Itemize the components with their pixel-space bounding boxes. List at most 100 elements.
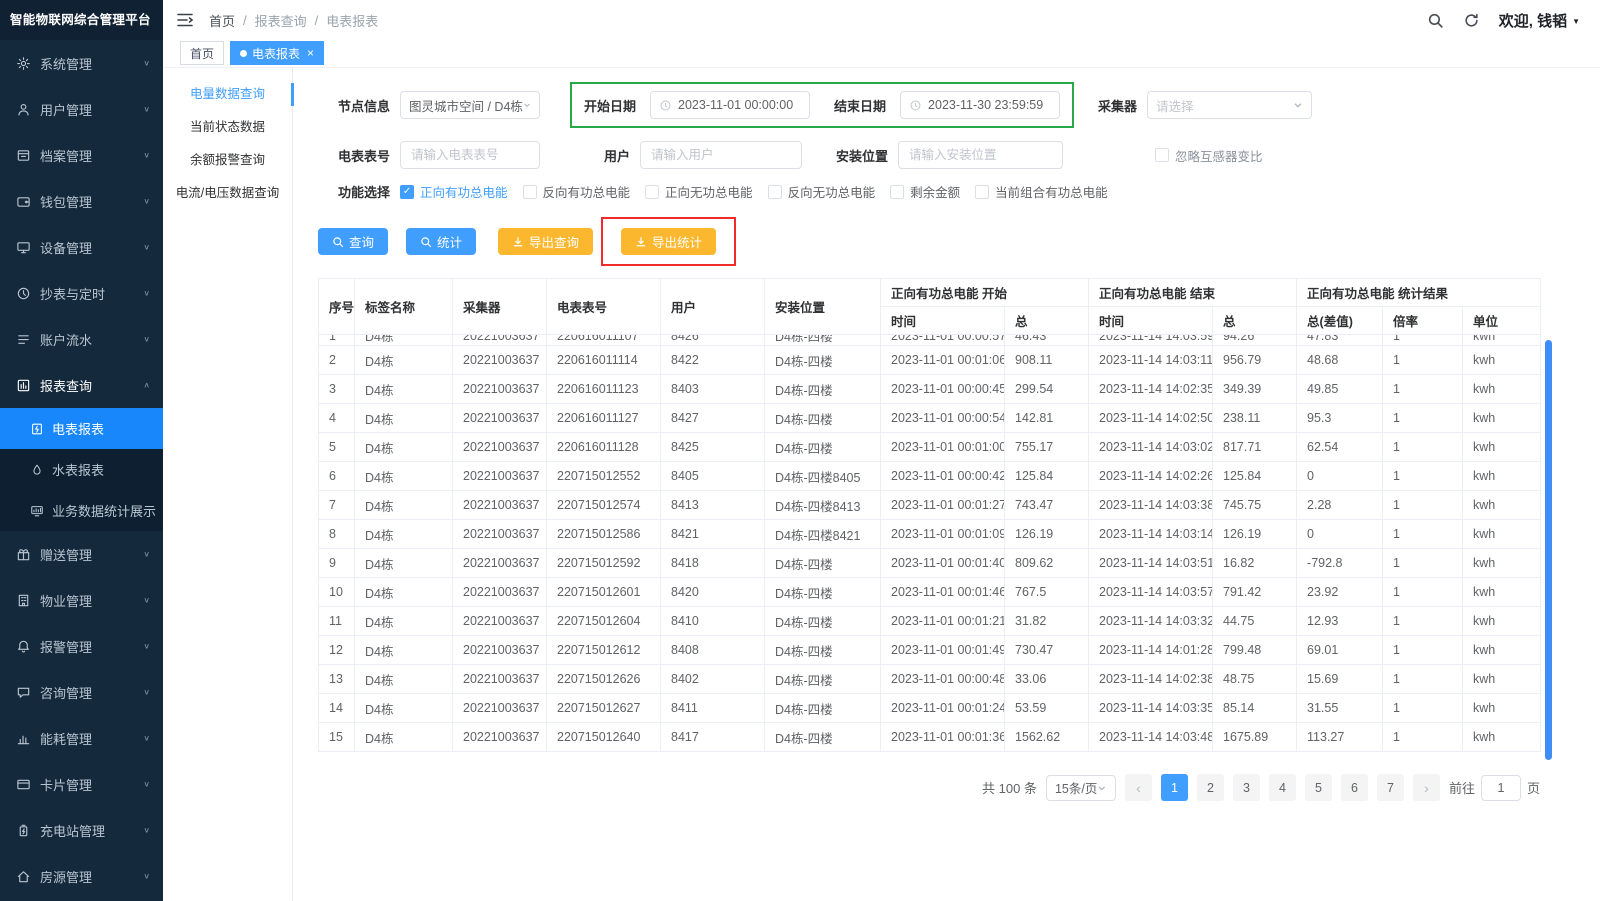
refresh-icon[interactable]: [1463, 12, 1480, 29]
table-cell: 1675.89: [1213, 723, 1297, 752]
checkbox-icon: [768, 185, 782, 199]
sidebar-item-8[interactable]: 赠送管理∨: [0, 531, 163, 577]
filter-row-3: 功能选择 正向有功总电能反向有功总电能正向无功总电能反向无功总电能剩余金额当前组…: [318, 182, 1600, 201]
meter-input[interactable]: [400, 141, 540, 169]
sidebar-item-10[interactable]: 报警管理∨: [0, 623, 163, 669]
property-icon: [16, 593, 31, 608]
search-icon[interactable]: [1427, 12, 1444, 29]
table-cell: 2023-11-01 00:01:00: [881, 433, 1005, 462]
table-cell: D4栋-四楼: [765, 375, 881, 404]
sidebar-item-0[interactable]: 系统管理∨: [0, 40, 163, 86]
sidebar: 智能物联网综合管理平台 系统管理∨用户管理∨档案管理∨钱包管理∨设备管理∨抄表与…: [0, 0, 163, 901]
table-cell: 220715012627: [547, 694, 661, 723]
stats-button[interactable]: 统计: [406, 228, 476, 255]
card-icon: [16, 777, 31, 792]
sidebar-subitem-2[interactable]: 业务数据统计展示: [0, 490, 163, 531]
sidebar-item-label: 钱包管理: [40, 192, 143, 211]
query-button[interactable]: 查询: [318, 228, 388, 255]
sidebar-item-15[interactable]: 房源管理∨: [0, 853, 163, 899]
ignore-ct-checkbox[interactable]: 忽略互感器变比: [1155, 146, 1263, 165]
table-cell: 1562.62: [1005, 723, 1089, 752]
sidebar-item-14[interactable]: 充电站管理∨: [0, 807, 163, 853]
breadcrumb-item-0[interactable]: 首页: [209, 11, 235, 30]
goto-input[interactable]: [1481, 775, 1521, 801]
sidebar-item-4[interactable]: 设备管理∨: [0, 224, 163, 270]
prev-page-button[interactable]: ‹: [1125, 774, 1152, 801]
sidebar-item-13[interactable]: 卡片管理∨: [0, 761, 163, 807]
table-cell: 20221003637: [453, 491, 547, 520]
sidebar-item-5[interactable]: 抄表与定时∨: [0, 270, 163, 316]
user-input[interactable]: [640, 141, 802, 169]
table-scrollbar[interactable]: [1545, 340, 1552, 760]
page-button-1[interactable]: 1: [1161, 774, 1188, 801]
location-input[interactable]: [898, 141, 1063, 169]
next-page-button[interactable]: ›: [1413, 774, 1440, 801]
table-cell: 809.62: [1005, 549, 1089, 578]
start-date-input[interactable]: 2023-11-01 00:00:00: [650, 91, 810, 119]
sidebar-item-12[interactable]: 能耗管理∨: [0, 715, 163, 761]
page-button-2[interactable]: 2: [1197, 774, 1224, 801]
table-cell: 799.48: [1213, 636, 1297, 665]
chevron-down-icon: ∨: [143, 595, 150, 604]
function-checkbox-2[interactable]: 正向无功总电能: [645, 182, 753, 201]
node-select[interactable]: 图灵城市空间 / D4栋: [400, 91, 540, 119]
table-cell: D4栋: [355, 723, 453, 752]
table-cell: 3: [319, 375, 355, 404]
wallet-icon: [16, 194, 31, 209]
subnav-item-0[interactable]: 电量数据查询: [163, 78, 292, 111]
table-cell: 8410: [661, 607, 765, 636]
sidebar-item-3[interactable]: 钱包管理∨: [0, 178, 163, 224]
table-cell: kwh: [1463, 346, 1541, 375]
subnav-item-3[interactable]: 电流/电压数据查询: [163, 177, 292, 210]
export-query-button[interactable]: 导出查询: [498, 228, 593, 255]
chevron-down-icon: ∨: [143, 871, 150, 880]
function-checkbox-1[interactable]: 反向有功总电能: [523, 182, 631, 201]
function-checkbox-3[interactable]: 反向无功总电能: [768, 182, 876, 201]
user-icon: [16, 102, 31, 117]
sidebar-subitem-0[interactable]: 电表报表: [0, 408, 163, 449]
table-row: 3D4栋202210036372206160111238403D4栋-四楼202…: [319, 375, 1541, 404]
function-checkbox-label: 正向有功总电能: [420, 182, 508, 201]
function-checkbox-5[interactable]: 当前组合有功总电能: [975, 182, 1108, 201]
sidebar-subitem-1[interactable]: 水表报表: [0, 449, 163, 490]
active-tab-dot: [240, 50, 247, 57]
group-header-2: 正向有功总电能 统计结果: [1297, 279, 1541, 307]
table-cell: 20221003637: [453, 549, 547, 578]
table-cell: kwh: [1463, 491, 1541, 520]
page-button-7[interactable]: 7: [1377, 774, 1404, 801]
user-menu[interactable]: 欢迎, 钱韬 ▼: [1499, 10, 1580, 31]
table-cell: 33.06: [1005, 665, 1089, 694]
tab-0[interactable]: 首页: [180, 41, 224, 65]
export-stats-button[interactable]: 导出统计: [621, 228, 716, 255]
breadcrumb-item-1[interactable]: 报表查询: [255, 11, 307, 30]
page-button-5[interactable]: 5: [1305, 774, 1332, 801]
menu-fold-icon[interactable]: [176, 11, 194, 29]
sidebar-item-11[interactable]: 咨询管理∨: [0, 669, 163, 715]
table-row: 10D4栋202210036372207150126018420D4栋-四楼20…: [319, 578, 1541, 607]
table-cell: 69.01: [1297, 636, 1383, 665]
sidebar-item-6[interactable]: 账户流水∨: [0, 316, 163, 362]
function-checkbox-4[interactable]: 剩余金额: [890, 182, 960, 201]
page-button-4[interactable]: 4: [1269, 774, 1296, 801]
subnav-item-1[interactable]: 当前状态数据: [163, 111, 292, 144]
sidebar-subitem-label: 水表报表: [52, 460, 104, 479]
table-cell: 767.5: [1005, 578, 1089, 607]
page-button-6[interactable]: 6: [1341, 774, 1368, 801]
page-size-select[interactable]: 15条/页: [1046, 775, 1116, 801]
table-cell: 8426: [661, 335, 765, 346]
table-cell: 16.82: [1213, 549, 1297, 578]
sidebar-item-2[interactable]: 档案管理∨: [0, 132, 163, 178]
sidebar-item-1[interactable]: 用户管理∨: [0, 86, 163, 132]
close-icon[interactable]: ×: [307, 46, 314, 60]
function-checkbox-0[interactable]: 正向有功总电能: [400, 182, 508, 201]
sidebar-item-7[interactable]: 报表查询∧: [0, 362, 163, 408]
tab-1[interactable]: 电表报表×: [230, 41, 324, 65]
sidebar-item-9[interactable]: 物业管理∨: [0, 577, 163, 623]
end-date-input[interactable]: 2023-11-30 23:59:59: [900, 91, 1060, 119]
subnav-item-2[interactable]: 余额报警查询: [163, 144, 292, 177]
collector-select[interactable]: 请选择: [1147, 91, 1312, 119]
table-cell: 20221003637: [453, 346, 547, 375]
table-cell: 220715012552: [547, 462, 661, 491]
page-button-3[interactable]: 3: [1233, 774, 1260, 801]
table-cell: 20221003637: [453, 520, 547, 549]
